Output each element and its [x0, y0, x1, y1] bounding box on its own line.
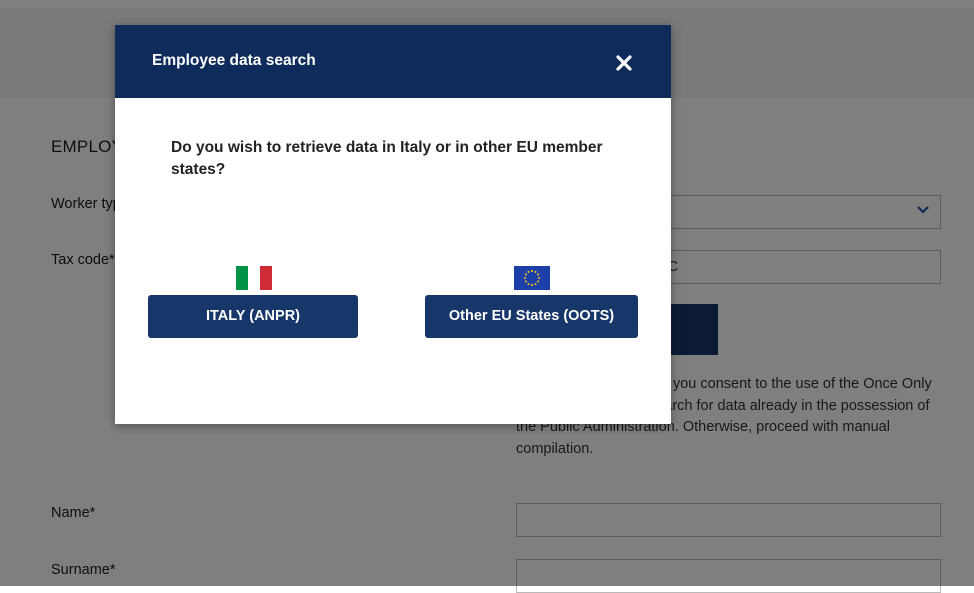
dialog-header: Employee data search [115, 25, 671, 98]
dialog-title: Employee data search [152, 52, 316, 69]
employee-search-dialog: Employee data search Do you wish to retr… [115, 25, 671, 424]
italy-anpr-button[interactable]: ITALY (ANPR) [148, 295, 358, 338]
close-button[interactable] [612, 51, 636, 75]
dialog-question: Do you wish to retrieve data in Italy or… [171, 139, 603, 178]
close-icon [616, 55, 632, 71]
eu-flag-icon [514, 266, 550, 290]
other-eu-oots-button[interactable]: Other EU States (OOTS) [425, 295, 638, 338]
italy-flag-icon [236, 266, 272, 290]
